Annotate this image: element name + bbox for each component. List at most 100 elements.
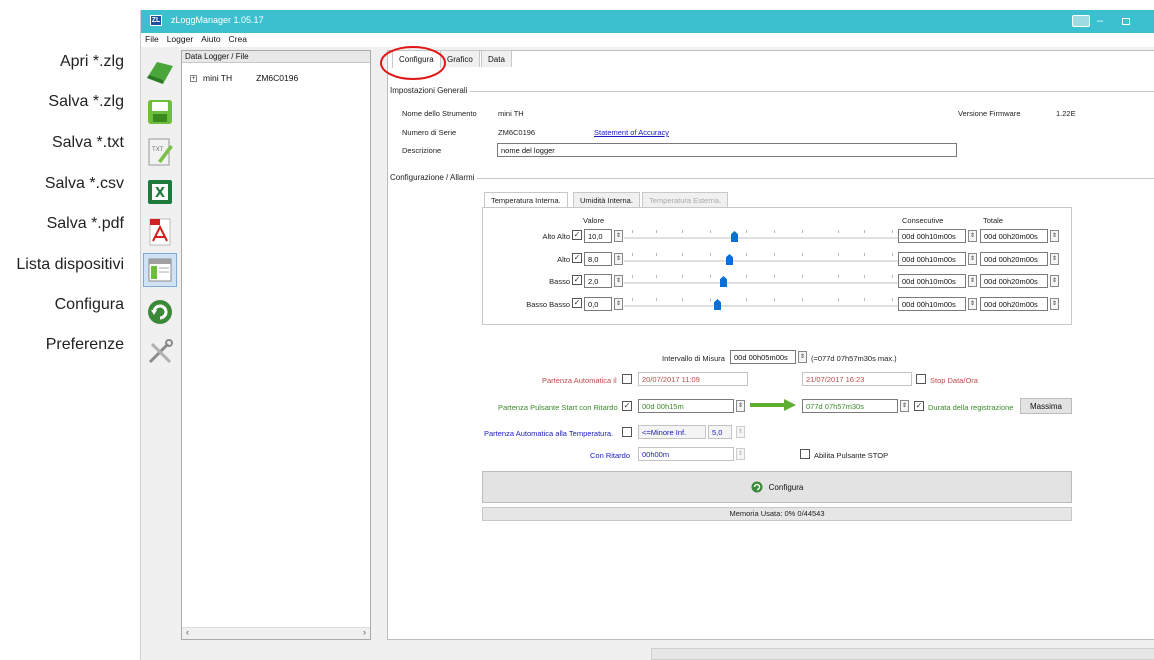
autostart-checkbox[interactable] [622, 374, 632, 384]
tab-external-temperature[interactable]: Temperatura Esterna. [642, 192, 729, 207]
stop-date-input[interactable]: 21/07/2017 16:23 [802, 372, 912, 386]
alarm-row-total-spinner[interactable]: ⇕ [1050, 298, 1059, 310]
duration-checkbox[interactable]: ✓ [914, 401, 924, 411]
interval-spinner[interactable]: ⇕ [798, 351, 807, 363]
alarm-row-value-spinner[interactable]: ⇕ [614, 253, 623, 265]
slider-tick [746, 275, 747, 278]
maximize-button[interactable] [1119, 12, 1133, 30]
interval-input[interactable]: 00d 00h05m00s [730, 350, 796, 364]
alarm-row-checkbox[interactable]: ✓ [572, 253, 582, 263]
open-button[interactable] [143, 55, 177, 89]
autostart-date-input[interactable]: 20/07/2017 11:09 [638, 372, 748, 386]
alarm-row-consecutive-input[interactable]: 00d 00h10m00s [898, 229, 966, 243]
button-start-label: Partenza Pulsante Start con Ritardo [498, 403, 618, 412]
slider-track [624, 305, 906, 307]
tab-data[interactable]: Data [481, 50, 512, 67]
alarm-row-consecutive-spinner[interactable]: ⇕ [968, 275, 977, 287]
stop-button-checkbox[interactable] [800, 449, 810, 459]
tab-internal-temperature[interactable]: Temperatura Interna. [484, 192, 568, 207]
alarm-row-value-spinner[interactable]: ⇕ [614, 230, 623, 242]
configure-button-toolbar[interactable] [143, 295, 177, 329]
start-delay-spinner[interactable]: ⇕ [736, 400, 745, 412]
button-start-checkbox[interactable]: ✓ [622, 401, 632, 411]
alarm-row-consecutive-input[interactable]: 00d 00h10m00s [898, 274, 966, 288]
alarm-row-value-spinner[interactable]: ⇕ [614, 298, 623, 310]
scroll-left-icon[interactable]: ‹ [186, 627, 189, 637]
menu-create[interactable]: Crea [225, 33, 251, 44]
alarm-row-slider[interactable] [624, 229, 906, 243]
slider-tick [774, 253, 775, 256]
alarm-row-consecutive-input[interactable]: 00d 00h10m00s [898, 297, 966, 311]
start-delay-input[interactable]: 00d 00h15m [638, 399, 734, 413]
alarm-row-total-spinner[interactable]: ⇕ [1050, 275, 1059, 287]
slider-thumb[interactable] [731, 231, 738, 242]
alarm-row-total-input[interactable]: 00d 00h20m00s [980, 274, 1048, 288]
save-txt-button[interactable]: TXT [143, 135, 177, 169]
alarm-row-consecutive-input[interactable]: 00d 00h10m00s [898, 252, 966, 266]
temp-start-checkbox[interactable] [622, 427, 632, 437]
slider-thumb[interactable] [714, 299, 721, 310]
menu-help[interactable]: Aiuto [197, 33, 224, 44]
device-tree-panel: Data Logger / File + mini TH ZM6C0196 ‹ … [181, 50, 371, 640]
alarm-row-total-input[interactable]: 00d 00h20m00s [980, 252, 1048, 266]
expand-icon[interactable]: + [190, 74, 197, 82]
menu-file[interactable]: File [141, 33, 163, 44]
temp-condition-select[interactable]: <=Minore Inf. [638, 425, 706, 439]
save-pdf-button[interactable] [143, 215, 177, 249]
save-pdf-icon [149, 218, 171, 246]
slider-track [624, 237, 906, 239]
alarm-row-consecutive-spinner[interactable]: ⇕ [968, 298, 977, 310]
save-csv-icon: X [148, 180, 172, 204]
temp-value-input[interactable]: 5,0 [708, 425, 732, 439]
alarm-row-value-input[interactable]: 0,0 [584, 297, 612, 311]
slider-tick [774, 298, 775, 301]
stop-date-checkbox[interactable] [916, 374, 926, 384]
alarm-row-slider[interactable] [624, 274, 906, 288]
temp-value-spinner[interactable]: ⇕ [736, 426, 745, 438]
svg-text:TXT: TXT [151, 146, 164, 153]
device-list-button[interactable] [143, 253, 177, 287]
slider-tick [838, 298, 839, 301]
minimize-button[interactable] [1069, 12, 1093, 30]
svg-text:X: X [155, 186, 165, 201]
alarm-row-consecutive-spinner[interactable]: ⇕ [968, 230, 977, 242]
alarm-row-total-input[interactable]: 00d 00h20m00s [980, 229, 1048, 243]
duration-spinner[interactable]: ⇕ [900, 400, 909, 412]
alarm-row-value-input[interactable]: 10,0 [584, 229, 612, 243]
alarm-row-value-input[interactable]: 2,0 [584, 274, 612, 288]
slider-track [624, 260, 906, 262]
alarm-row-value-spinner[interactable]: ⇕ [614, 275, 623, 287]
max-button[interactable]: Massima [1020, 398, 1072, 414]
alarm-row-label: Alto Alto [542, 232, 570, 241]
alarm-row-total-spinner[interactable]: ⇕ [1050, 230, 1059, 242]
tree-horizontal-scrollbar[interactable]: ‹ › [182, 627, 370, 639]
delay-spinner[interactable]: ⇕ [736, 448, 745, 460]
configure-button[interactable]: Configura [482, 471, 1072, 503]
alarm-row-total-spinner[interactable]: ⇕ [1050, 253, 1059, 265]
delay-input[interactable]: 00h00m [638, 447, 734, 461]
save-csv-button[interactable]: X [143, 175, 177, 209]
slider-thumb[interactable] [726, 254, 733, 265]
save-zlg-button[interactable] [143, 95, 177, 129]
alarm-row-value-input[interactable]: 8,0 [584, 252, 612, 266]
preferences-button[interactable] [143, 335, 177, 369]
scroll-right-icon[interactable]: › [363, 627, 366, 637]
accuracy-link[interactable]: Statement of Accuracy [594, 128, 669, 137]
alarm-row-checkbox[interactable]: ✓ [572, 230, 582, 240]
annotation-save-csv: Salva *.csv [44, 175, 124, 192]
slider-tick [892, 275, 893, 278]
alarm-row-consecutive-spinner[interactable]: ⇕ [968, 253, 977, 265]
duration-input[interactable]: 077d 07h57m30s [802, 399, 898, 413]
slider-tick [838, 253, 839, 256]
alarm-row-slider[interactable] [624, 297, 906, 311]
tab-internal-humidity[interactable]: Umidità Interna. [573, 192, 640, 207]
slider-tick [656, 253, 657, 256]
menu-logger[interactable]: Logger [163, 33, 197, 44]
slider-thumb[interactable] [720, 276, 727, 287]
tree-item-device[interactable]: + mini TH ZM6C0196 [190, 73, 298, 83]
alarm-row-checkbox[interactable]: ✓ [572, 275, 582, 285]
alarm-row-slider[interactable] [624, 252, 906, 266]
description-input[interactable]: nome del logger [497, 143, 957, 157]
alarm-row-total-input[interactable]: 00d 00h20m00s [980, 297, 1048, 311]
alarm-row-checkbox[interactable]: ✓ [572, 298, 582, 308]
